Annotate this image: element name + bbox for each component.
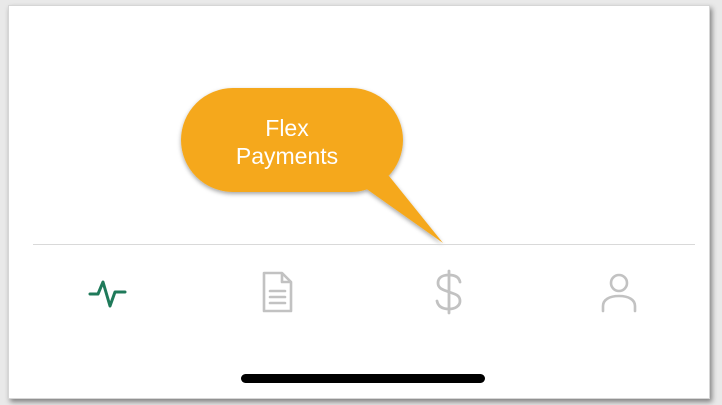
tab-payments[interactable]: [419, 266, 479, 318]
app-screen: Flex Payments: [8, 5, 710, 399]
user-icon: [601, 273, 637, 313]
activity-pulse-icon: [88, 280, 127, 308]
bottom-tab-bar: [9, 266, 709, 318]
tab-documents[interactable]: [247, 266, 307, 318]
tab-profile[interactable]: [589, 266, 649, 318]
tab-activity[interactable]: [77, 266, 137, 318]
flex-payments-tooltip: Flex Payments: [181, 88, 443, 243]
tooltip-label: Flex Payments: [235, 115, 339, 169]
document-icon: [262, 271, 293, 313]
tabbar-divider: [33, 244, 695, 245]
home-indicator[interactable]: [241, 374, 485, 383]
dollar-icon: [435, 269, 462, 315]
